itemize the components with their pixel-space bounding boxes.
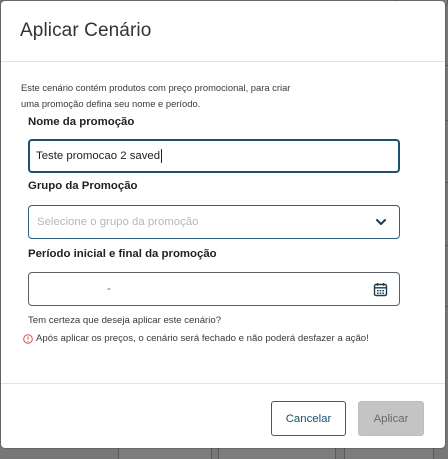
promotion-group-placeholder: Selecione o grupo da promoção xyxy=(37,216,199,228)
promotion-group-select[interactable]: Selecione o grupo da promoção xyxy=(28,205,400,239)
intro-line: Este cenário contém produtos com preço p… xyxy=(21,82,291,93)
text-caret xyxy=(161,149,163,163)
calendar-icon[interactable] xyxy=(373,282,388,297)
intro-text: Este cenário contém produtos com preço p… xyxy=(21,80,351,111)
confirm-question: Tem certeza que deseja aplicar este cená… xyxy=(28,315,222,326)
apply-scenario-modal: Aplicar Cenário Este cenário contém prod… xyxy=(1,1,445,448)
warning-text: Após aplicar os preços, o cenário será f… xyxy=(36,333,369,344)
warning-message: Após aplicar os preços, o cenário será f… xyxy=(23,333,369,344)
chevron-down-icon xyxy=(376,219,386,225)
period-separator: - xyxy=(107,283,111,295)
promotion-period-label: Período inicial e final da promoção xyxy=(28,248,217,260)
intro-line: uma promoção defina seu nome e período. xyxy=(21,97,201,109)
promotion-period-input[interactable]: - xyxy=(28,272,400,306)
promotion-group-label: Grupo da Promoção xyxy=(28,180,138,192)
modal-title: Aplicar Cenário xyxy=(20,20,152,41)
promotion-name-value: Teste promocao 2 saved xyxy=(36,150,161,162)
promotion-name-input[interactable]: Teste promocao 2 saved xyxy=(28,139,400,173)
modal-header: Aplicar Cenário xyxy=(1,1,445,62)
modal-footer: Cancelar Aplicar xyxy=(1,383,445,448)
warning-circle-icon xyxy=(23,333,33,344)
cancel-button[interactable]: Cancelar xyxy=(271,401,346,436)
promotion-name-label: Nome da promoção xyxy=(28,116,135,128)
apply-button[interactable]: Aplicar xyxy=(358,401,424,436)
